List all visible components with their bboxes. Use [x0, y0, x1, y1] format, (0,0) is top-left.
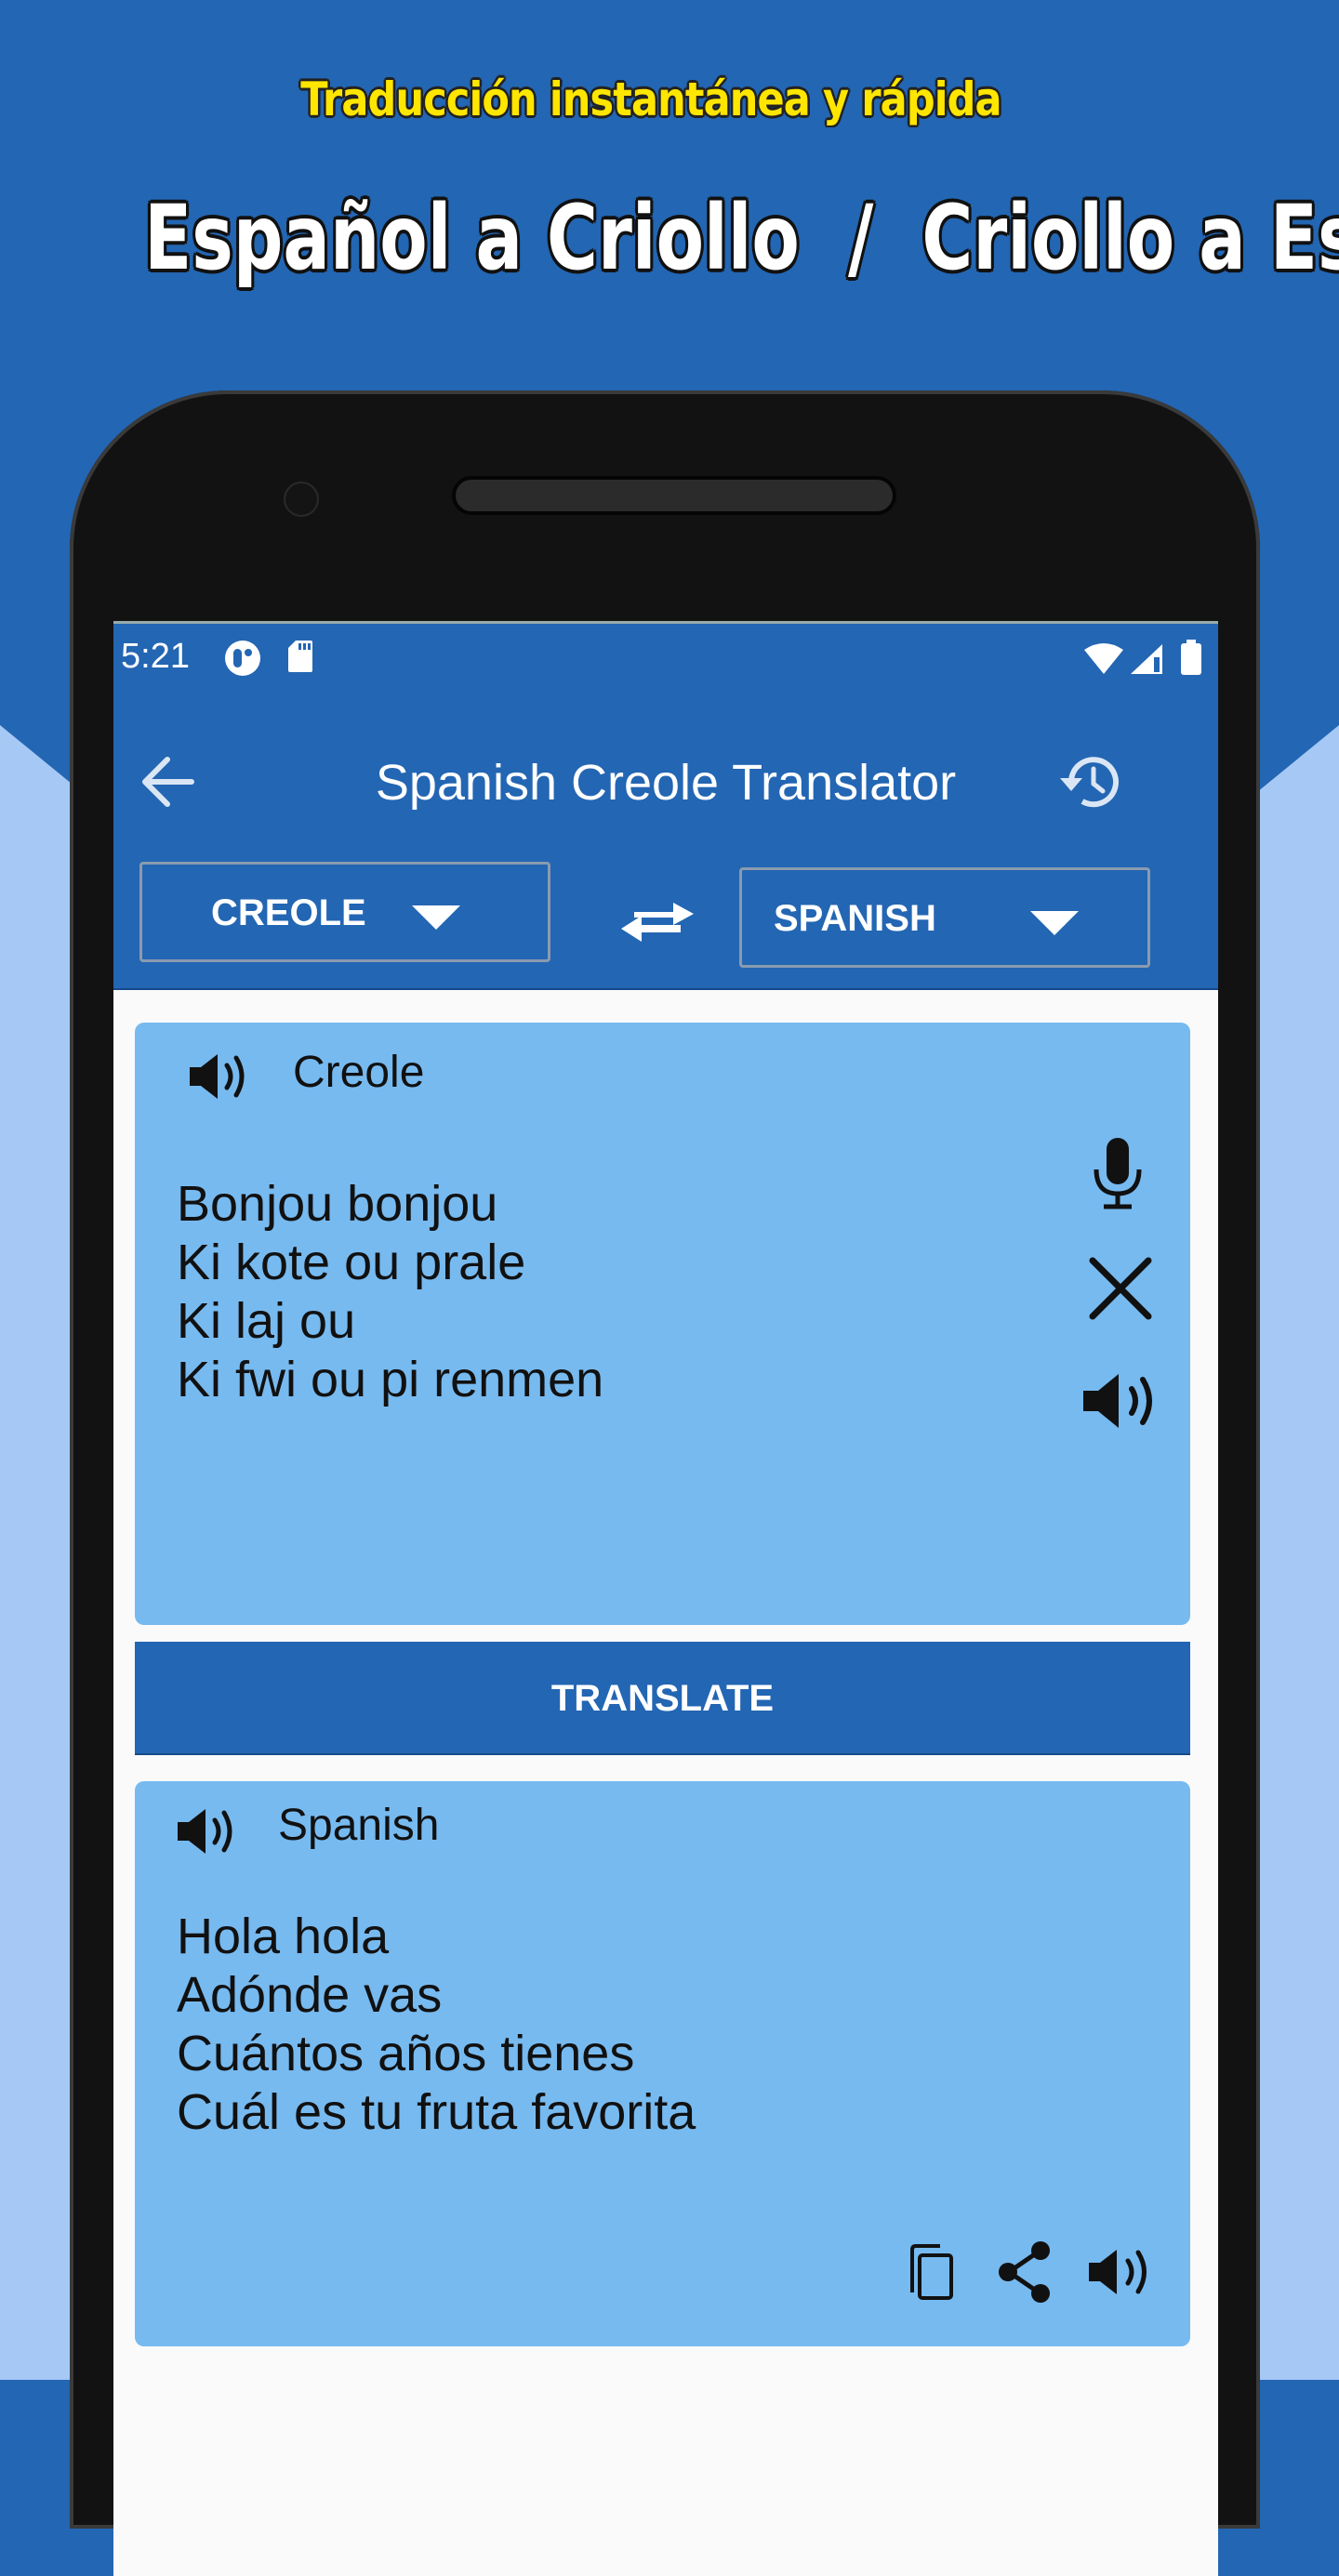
copy-button[interactable]: [907, 2242, 959, 2306]
sd-card-icon: [286, 639, 314, 679]
source-language-title: Creole: [293, 1048, 425, 1097]
translated-text-line: Hola hola: [177, 1909, 390, 1964]
app-header: 5:21 Spanish Creole Translator CREOLE SP…: [113, 624, 1218, 990]
clear-icon: [1089, 1257, 1152, 1320]
source-language-label: CREOLE: [211, 892, 366, 933]
speaker-icon: [1089, 2250, 1147, 2294]
target-language-label: SPANISH: [774, 898, 936, 939]
speaker-icon: [178, 1809, 232, 1854]
mic-button[interactable]: [1085, 1134, 1150, 1219]
swap-languages-button[interactable]: [616, 886, 699, 951]
share-button[interactable]: [996, 2240, 1055, 2308]
history-icon: [1060, 757, 1119, 808]
speaker-icon: [1083, 1374, 1152, 1428]
speak-target-button[interactable]: [174, 1803, 241, 1859]
mic-icon: [1094, 1138, 1142, 1209]
earpiece-speaker: [456, 480, 893, 511]
input-card: Creole Bonjou bonjou Ki kote ou prale Ki…: [135, 1023, 1190, 1625]
source-text-line: Ki kote ou prale: [177, 1235, 526, 1290]
history-button[interactable]: [1053, 745, 1127, 819]
translated-text-line: Cuál es tu fruta favorita: [177, 2084, 696, 2140]
speak-output-button[interactable]: [1085, 2244, 1154, 2305]
source-text-line: Ki laj ou: [177, 1293, 356, 1349]
target-language-dropdown[interactable]: SPANISH: [739, 867, 1150, 968]
source-text-line: Ki fwi ou pi renmen: [177, 1352, 604, 1407]
source-text-line: Bonjou bonjou: [177, 1176, 498, 1232]
app-screen: 5:21 Spanish Creole Translator CREOLE SP…: [113, 621, 1218, 2576]
speaker-icon: [190, 1054, 245, 1099]
output-card: Spanish Hola hola Adónde vas Cuántos año…: [135, 1781, 1190, 2346]
cell-signal-icon: [1129, 642, 1164, 680]
clear-button[interactable]: [1085, 1253, 1156, 1328]
swap-arrows-icon: [621, 903, 694, 942]
notification-app-icon: [223, 639, 262, 682]
wifi-icon: [1082, 642, 1125, 680]
battery-icon: [1180, 639, 1202, 680]
translate-button[interactable]: TRANSLATE: [135, 1642, 1190, 1755]
phone-frame: 5:21 Spanish Creole Translator CREOLE SP…: [70, 390, 1260, 2576]
copy-icon: [910, 2244, 953, 2300]
promo-title: Español a Criollo / Criollo a Español: [144, 186, 1339, 290]
translated-text-line: Adónde vas: [177, 1967, 443, 2023]
chevron-down-icon: [412, 905, 460, 930]
chevron-down-icon: [1030, 911, 1079, 935]
share-icon: [999, 2241, 1050, 2303]
status-bar: 5:21: [113, 624, 1218, 691]
front-camera: [284, 482, 319, 517]
speak-source-button[interactable]: [186, 1049, 253, 1104]
translated-text-line: Cuántos años tienes: [177, 2026, 635, 2081]
speak-input-button[interactable]: [1080, 1368, 1163, 1438]
promo-subtitle: Traducción instantánea y rápida: [300, 73, 1001, 126]
target-language-title: Spanish: [278, 1801, 440, 1850]
status-time: 5:21: [121, 637, 190, 676]
source-language-dropdown[interactable]: CREOLE: [139, 862, 550, 962]
